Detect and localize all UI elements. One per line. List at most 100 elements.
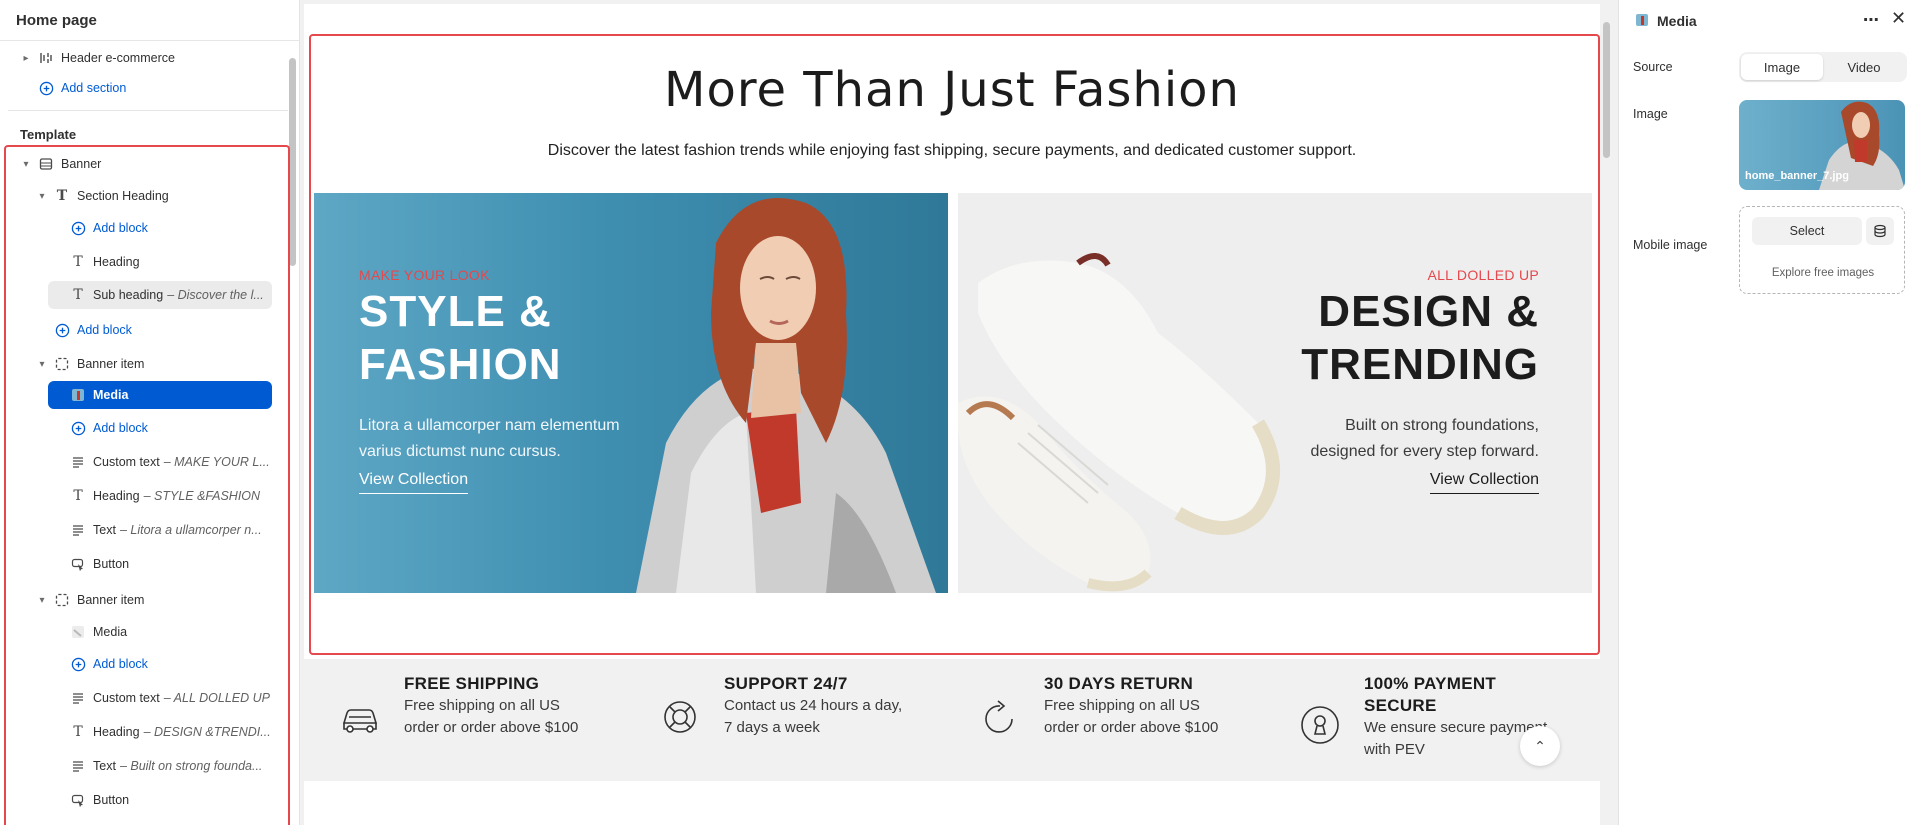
features-strip: FREE SHIPPING Free shipping on all US or… — [304, 659, 1600, 781]
tree-item-custom-text-2[interactable]: Custom text – ALL DOLLED UP — [70, 684, 280, 712]
tree-item-detail: – STYLE &FASHION — [143, 489, 261, 503]
chevron-down-icon[interactable]: ▾ — [36, 191, 48, 202]
tree-item-button-1[interactable]: Button — [70, 550, 280, 578]
feature-title: 30 DAYS RETURN — [1044, 674, 1194, 693]
mobile-image-label: Mobile image — [1633, 238, 1708, 252]
tree-item-heading[interactable]: T Heading — [70, 248, 270, 276]
text-t-icon: T — [73, 254, 83, 270]
chevron-down-icon[interactable]: ▾ — [36, 595, 48, 606]
banner-text: Built on strong foundations, designed fo… — [1310, 413, 1539, 465]
source-image-option[interactable]: Image — [1741, 54, 1823, 80]
text-t-icon: T — [56, 188, 68, 204]
banner-eyebrow: ALL DOLLED UP — [1427, 267, 1539, 283]
tree-item-custom-text-1[interactable]: Custom text – MAKE YOUR L... — [70, 448, 280, 476]
tree-item-label: Heading — [93, 255, 140, 269]
feature-support: SUPPORT 24/7 Contact us 24 hours a day, … — [658, 673, 958, 773]
tree-item-label: Custom text — [93, 691, 160, 705]
tree-item-banner[interactable]: ▾ Banner — [20, 150, 280, 178]
banner-eyebrow: MAKE YOUR LOOK — [359, 267, 490, 283]
banner-section-icon — [38, 156, 54, 172]
tree-item-label: Button — [93, 557, 130, 571]
add-block-button[interactable]: Add block — [70, 214, 270, 242]
feature-returns: 30 DAYS RETURN Free shipping on all US o… — [978, 673, 1278, 773]
banner-item-style-fashion[interactable]: MAKE YOUR LOOK STYLE & FASHION Litora a … — [314, 193, 948, 593]
scroll-to-top-button[interactable]: ⌃ — [1520, 726, 1560, 766]
chevron-down-icon[interactable]: ▾ — [36, 359, 48, 370]
tree-item-label: Banner item — [77, 593, 145, 607]
view-collection-button[interactable]: View Collection — [359, 471, 469, 494]
tree-item-label: Heading — [93, 489, 140, 503]
tree-item-label: Text — [93, 523, 116, 537]
image-picker-thumbnail[interactable]: home_banner_7.jpg — [1739, 100, 1905, 190]
tree-item-label: Media — [93, 388, 129, 402]
tree-item-label: Banner — [61, 157, 102, 171]
tree-item-banner-item-2[interactable]: ▾ Banner item — [36, 586, 276, 614]
tree-item-button-2[interactable]: Button — [70, 786, 280, 814]
text-lines-icon — [70, 758, 86, 774]
banner-heading-line: FASHION — [359, 340, 562, 389]
add-block-button[interactable]: Add block — [70, 414, 270, 442]
feature-text: order or order above $100 — [1044, 719, 1219, 736]
canvas-scrollbar[interactable] — [1603, 22, 1610, 158]
button-cursor-icon — [70, 556, 86, 572]
section-tree-panel: Home page ▸ Header e-commerce Add sectio… — [0, 0, 300, 825]
tree-item-banner-item-1[interactable]: ▾ Banner item — [36, 350, 276, 378]
source-toggle: Image Video — [1739, 52, 1907, 82]
banner-item-icon — [54, 356, 70, 372]
add-block-button[interactable]: Add block — [54, 316, 254, 344]
select-image-button[interactable]: Select — [1752, 217, 1862, 245]
mobile-image-dropzone[interactable]: Select Explore free images — [1739, 206, 1905, 294]
feature-title: 100% PAYMENT SECURE — [1364, 673, 1584, 717]
chevron-down-icon[interactable]: ▾ — [20, 159, 32, 170]
car-icon — [342, 709, 378, 733]
button-cursor-icon — [70, 792, 86, 808]
tree-item-heading-2[interactable]: T Heading – DESIGN &TRENDI... — [70, 718, 280, 746]
tree-item-section-heading[interactable]: ▾ T Section Heading — [36, 182, 276, 210]
add-section-label: Add section — [61, 81, 127, 95]
media-settings-panel: Media ⋯ ✕ Source Image Video Image home_… — [1618, 0, 1920, 825]
tree-item-label: Section Heading — [77, 189, 169, 203]
image-thumbnail-icon — [70, 624, 86, 640]
left-scrollbar[interactable] — [289, 58, 296, 266]
text-lines-icon — [70, 690, 86, 706]
tree-item-media-selected[interactable]: Media — [48, 381, 272, 409]
explore-free-images-link[interactable]: Explore free images — [1740, 267, 1906, 279]
banner-text-line: varius dictumst nunc cursus. — [359, 443, 561, 460]
tree-item-label: Custom text — [93, 455, 160, 469]
database-icon[interactable] — [1866, 217, 1894, 245]
banner-heading-line: DESIGN & — [1318, 287, 1539, 336]
plus-circle-icon — [70, 656, 86, 672]
text-lines-icon — [70, 522, 86, 538]
plus-circle-icon — [38, 80, 54, 96]
section-subheading: Discover the latest fashion trends while… — [547, 142, 1357, 159]
tree-item-header-ecommerce[interactable]: ▸ Header e-commerce — [20, 44, 280, 72]
tree-item-text-2[interactable]: Text – Built on strong founda... — [70, 752, 280, 780]
feature-free-shipping: FREE SHIPPING Free shipping on all US or… — [338, 673, 638, 773]
image-label: Image — [1633, 107, 1668, 121]
image-thumbnail-icon — [70, 387, 86, 403]
tree-item-heading-1[interactable]: T Heading – STYLE &FASHION — [70, 482, 280, 510]
more-options-icon[interactable]: ⋯ — [1863, 10, 1880, 30]
add-block-label: Add block — [93, 657, 148, 671]
tree-item-sub-heading[interactable]: T Sub heading – Discover the l... — [48, 281, 272, 309]
add-section-button[interactable]: Add section — [38, 74, 278, 102]
banner-item-design-trending[interactable]: ALL DOLLED UP DESIGN & TRENDING Built on… — [958, 193, 1592, 593]
header-section-icon — [38, 50, 54, 66]
text-t-icon: T — [73, 488, 83, 504]
divider — [0, 40, 300, 41]
banner-model-image — [636, 198, 936, 593]
add-block-button[interactable]: Add block — [70, 650, 270, 678]
source-video-option[interactable]: Video — [1823, 54, 1905, 80]
tree-item-text-1[interactable]: Text – Litora a ullamcorper n... — [70, 516, 280, 544]
plus-circle-icon — [54, 322, 70, 338]
chevron-right-icon[interactable]: ▸ — [20, 53, 32, 64]
banner-item-icon — [54, 592, 70, 608]
plus-circle-icon — [70, 220, 86, 236]
tree-item-media-2[interactable]: Media — [70, 618, 270, 646]
banner-heading-line: TRENDING — [1301, 340, 1539, 389]
text-t-icon: T — [73, 724, 83, 740]
banner-shoe-image — [958, 253, 1280, 592]
view-collection-button[interactable]: View Collection — [1429, 471, 1539, 494]
close-icon[interactable]: ✕ — [1891, 8, 1906, 29]
tree-item-label: Banner item — [77, 357, 145, 371]
